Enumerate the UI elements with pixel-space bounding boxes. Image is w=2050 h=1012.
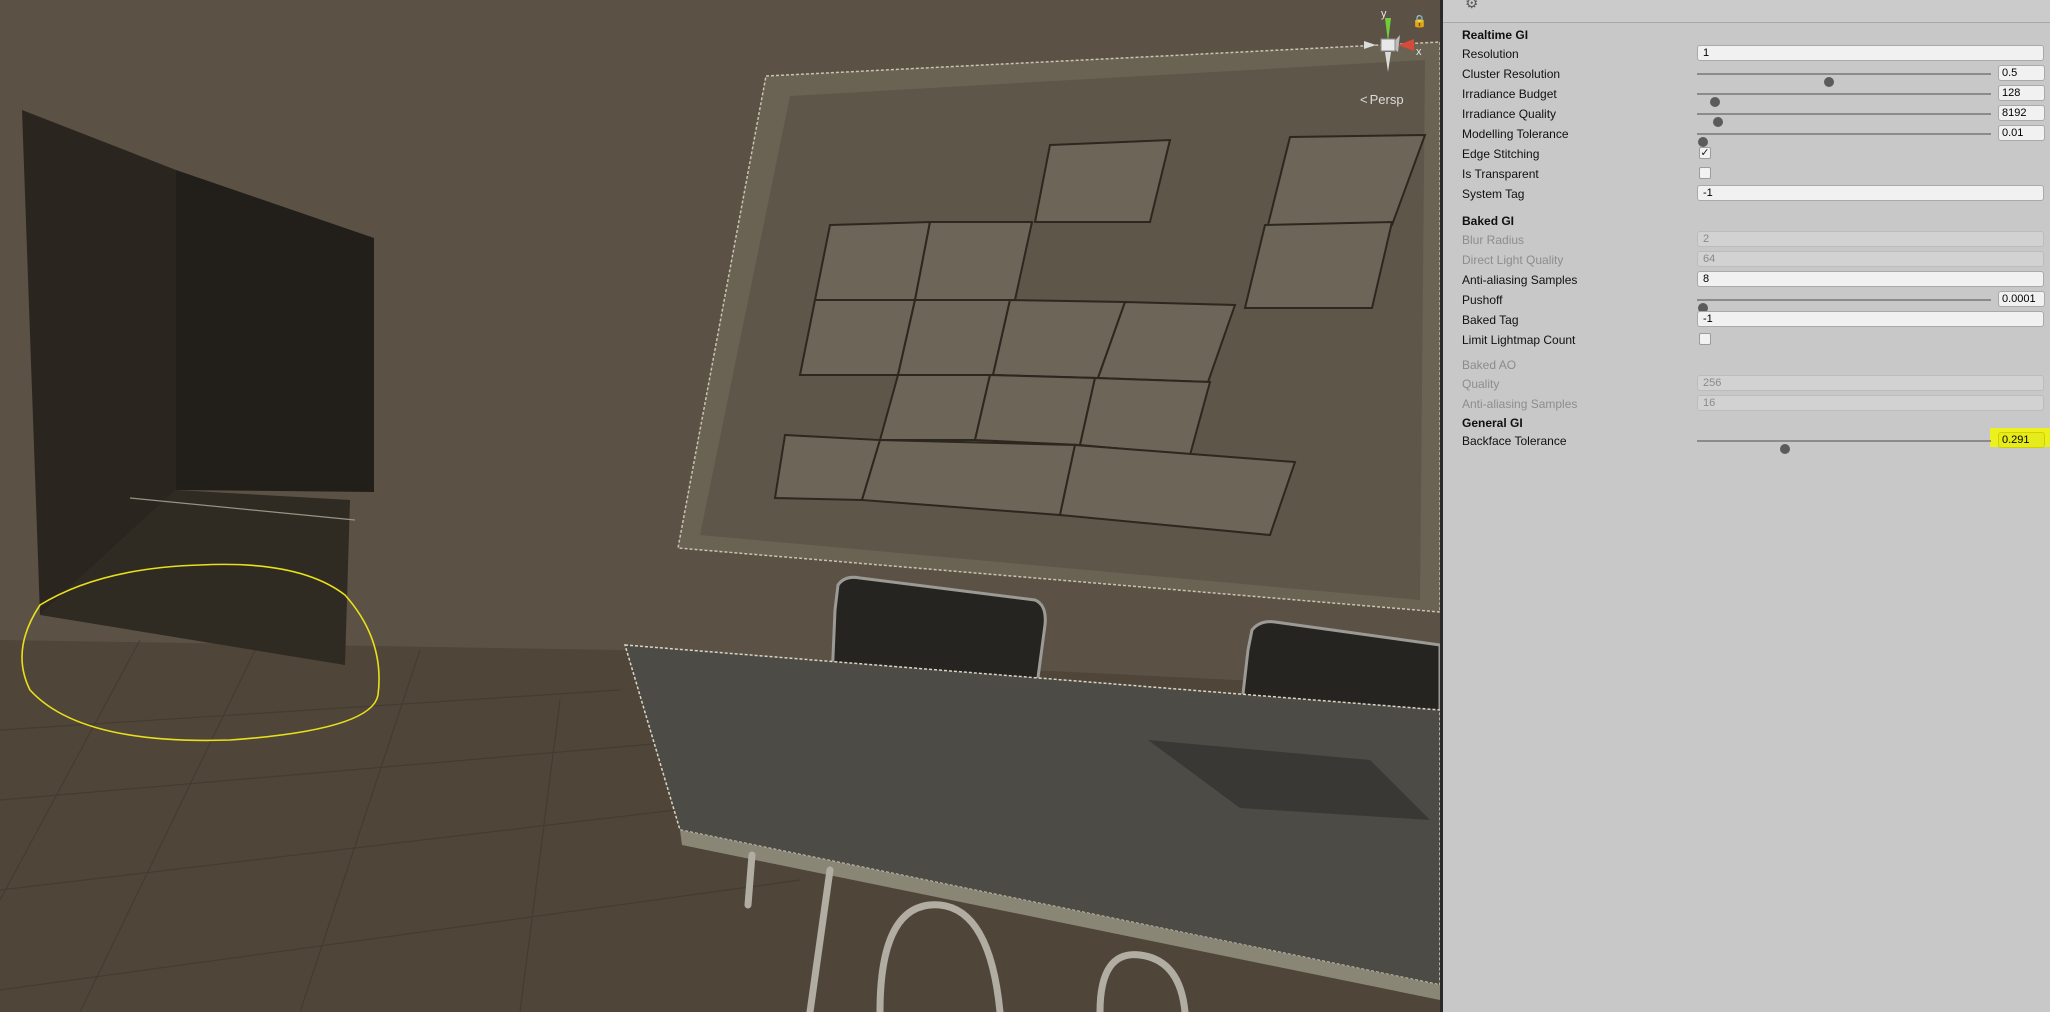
- irradiance-quality-label: Irradiance Quality: [1462, 107, 1557, 121]
- scene-render: [0, 0, 1440, 1012]
- cluster-resolution-value[interactable]: 0.5: [1998, 65, 2045, 81]
- view-mode-toggle[interactable]: < Persp: [1360, 92, 1404, 107]
- limit-lightmap-count-label: Limit Lightmap Count: [1462, 333, 1576, 347]
- ao-anti-aliasing-field: 16: [1697, 395, 2044, 411]
- slider-knob[interactable]: [1780, 444, 1791, 454]
- anti-aliasing-samples-field[interactable]: 8: [1697, 271, 2044, 287]
- baked-tag-row: Baked Tag -1: [1443, 310, 2050, 330]
- pushoff-label: Pushoff: [1462, 293, 1503, 307]
- system-tag-label: System Tag: [1462, 187, 1525, 201]
- irradiance-budget-row: Irradiance Budget 128: [1443, 84, 2050, 107]
- ao-quality-field: 256: [1697, 375, 2044, 391]
- gear-icon[interactable]: ⚙: [1465, 0, 1478, 12]
- realtime-gi-header: Realtime GI: [1462, 28, 1529, 42]
- edge-stitching-label: Edge Stitching: [1462, 147, 1540, 161]
- gizmo-x-label: x: [1416, 46, 1422, 58]
- persp-icon: <: [1360, 92, 1368, 107]
- baked-gi-header: Baked GI: [1462, 214, 1515, 228]
- anti-aliasing-samples-label: Anti-aliasing Samples: [1462, 273, 1578, 287]
- cluster-resolution-label: Cluster Resolution: [1462, 67, 1561, 81]
- ao-quality-row: Quality 256: [1443, 374, 2050, 394]
- blur-radius-row: Blur Radius 2: [1443, 230, 2050, 250]
- irradiance-quality-slider[interactable]: [1697, 113, 1991, 127]
- gizmo-y-label: y: [1381, 8, 1387, 20]
- orientation-gizmo[interactable]: [1352, 8, 1430, 78]
- direct-light-quality-row: Direct Light Quality 64: [1443, 250, 2050, 270]
- is-transparent-label: Is Transparent: [1462, 167, 1539, 181]
- modelling-tolerance-row: Modelling Tolerance 0.01: [1443, 124, 2050, 147]
- baked-tag-label: Baked Tag: [1462, 313, 1519, 327]
- resolution-row: Resolution 1: [1443, 44, 2050, 64]
- general-gi-header: General GI: [1462, 416, 1523, 430]
- modelling-tolerance-value[interactable]: 0.01: [1998, 125, 2045, 141]
- irradiance-budget-slider[interactable]: [1697, 93, 1991, 107]
- direct-light-quality-label: Direct Light Quality: [1462, 253, 1564, 267]
- pushoff-slider[interactable]: [1697, 299, 1991, 313]
- ao-anti-aliasing-label: Anti-aliasing Samples: [1462, 397, 1578, 411]
- limit-lightmap-count-checkbox[interactable]: [1699, 333, 1711, 345]
- anti-aliasing-samples-row: Anti-aliasing Samples 8: [1443, 270, 2050, 290]
- modelling-tolerance-label: Modelling Tolerance: [1462, 127, 1569, 141]
- resolution-label: Resolution: [1462, 47, 1519, 61]
- lighting-inspector: ⚙ Realtime GI Resolution 1 Cluster Resol…: [1440, 0, 2050, 1012]
- system-tag-field[interactable]: -1: [1697, 185, 2044, 201]
- is-transparent-checkbox[interactable]: [1699, 167, 1711, 179]
- modelling-tolerance-slider[interactable]: [1697, 133, 1991, 147]
- irradiance-budget-label: Irradiance Budget: [1462, 87, 1557, 101]
- baked-ao-header: Baked AO: [1462, 358, 1517, 372]
- scene-view[interactable]: 🔒 y x < Persp: [0, 0, 1440, 1012]
- ao-anti-aliasing-row: Anti-aliasing Samples 16: [1443, 394, 2050, 414]
- pushoff-value[interactable]: 0.0001: [1998, 291, 2045, 307]
- blur-radius-label: Blur Radius: [1462, 233, 1525, 247]
- edge-stitching-checkbox[interactable]: ✓: [1699, 147, 1711, 159]
- irradiance-quality-value[interactable]: 8192: [1998, 105, 2045, 121]
- irradiance-budget-value[interactable]: 128: [1998, 85, 2045, 101]
- edge-stitching-row: Edge Stitching ✓: [1443, 144, 2050, 164]
- ao-quality-label: Quality: [1462, 377, 1500, 391]
- backface-tolerance-slider[interactable]: [1697, 440, 1991, 454]
- cluster-resolution-slider[interactable]: [1697, 73, 1991, 87]
- resolution-field[interactable]: 1: [1697, 45, 2044, 61]
- system-tag-row: System Tag -1: [1443, 184, 2050, 204]
- limit-lightmap-count-row: Limit Lightmap Count: [1443, 330, 2050, 350]
- is-transparent-row: Is Transparent: [1443, 164, 2050, 184]
- baked-tag-field[interactable]: -1: [1697, 311, 2044, 327]
- pushoff-row: Pushoff 0.0001: [1443, 290, 2050, 313]
- inspector-toolbar: ⚙: [1443, 0, 2050, 23]
- cluster-resolution-row: Cluster Resolution 0.5: [1443, 64, 2050, 87]
- view-mode-label: Persp: [1369, 92, 1404, 107]
- blur-radius-field: 2: [1697, 231, 2044, 247]
- backface-tolerance-label: Backface Tolerance: [1462, 434, 1567, 448]
- backface-tolerance-row: Backface Tolerance 0.291: [1443, 431, 2050, 454]
- backface-tolerance-value[interactable]: 0.291: [1998, 432, 2045, 448]
- direct-light-quality-field: 64: [1697, 251, 2044, 267]
- irradiance-quality-row: Irradiance Quality 8192: [1443, 104, 2050, 127]
